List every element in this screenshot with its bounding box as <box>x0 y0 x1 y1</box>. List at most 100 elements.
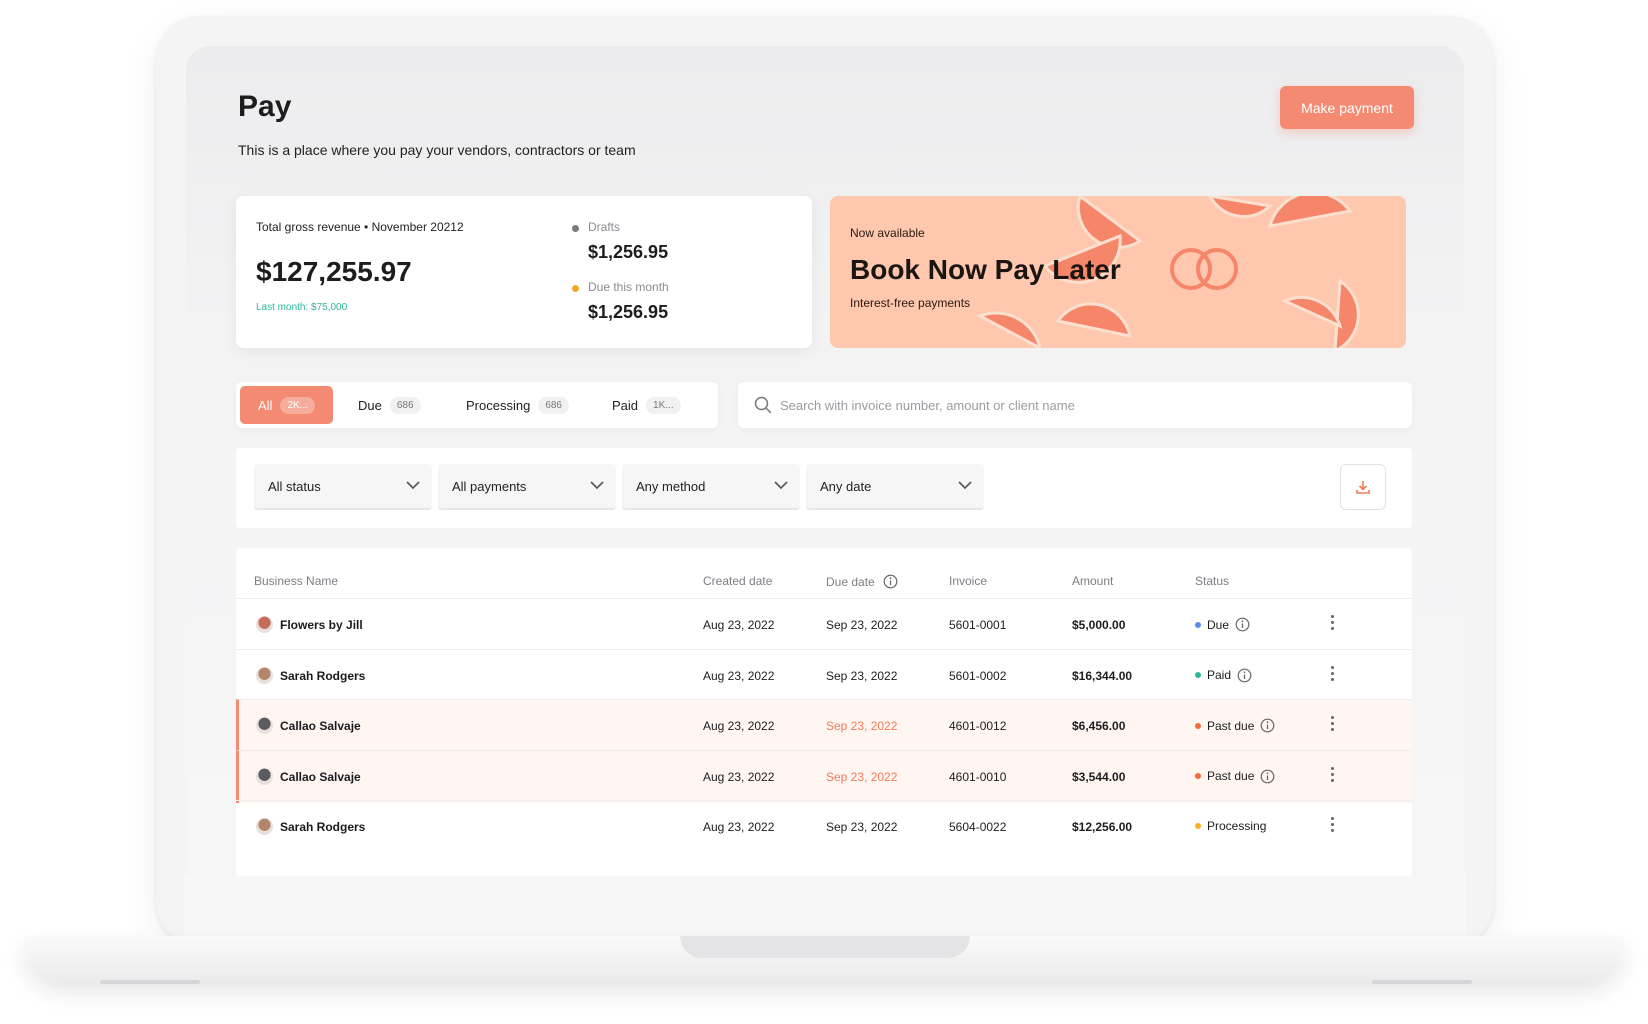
business-name[interactable]: Sarah Rodgers <box>280 669 365 683</box>
tab-all-count: 2K... <box>280 396 316 414</box>
due-this-month-value: $1,256.95 <box>588 302 669 322</box>
amount: $16,344.00 <box>1072 668 1133 683</box>
search-icon <box>754 396 772 414</box>
status-filter[interactable]: All status <box>254 464 432 510</box>
tab-processing-label: Processing <box>466 397 531 413</box>
infinity-rings <box>1170 248 1238 290</box>
revenue-amount: $127,255.97 <box>256 256 412 287</box>
row-menu-icon[interactable] <box>1331 817 1334 832</box>
created-date: Aug 23, 2022 <box>703 820 775 834</box>
business-name[interactable]: Flowers by Jill <box>280 618 363 632</box>
amount: $3,544.00 <box>1072 769 1126 784</box>
filter-bar: All status All payments Any method Any d… <box>236 448 1412 528</box>
table-row[interactable]: Flowers by Jill Aug 23, 2022 Sep 23, 2022 5… <box>236 598 1412 651</box>
col-business-name[interactable]: Business Name <box>254 574 338 588</box>
col-status[interactable]: Status <box>1195 574 1229 588</box>
status-label: Processing <box>1207 819 1267 833</box>
row-menu-icon[interactable] <box>1331 716 1334 731</box>
amount: $6,456.00 <box>1072 719 1126 733</box>
avatar <box>256 818 273 835</box>
tab-due[interactable]: Due 686 <box>340 386 439 424</box>
business-name[interactable]: Callao Salvaje <box>280 719 361 733</box>
row-menu-icon[interactable] <box>1331 615 1334 630</box>
invoice-number: 5601-0002 <box>949 668 1007 683</box>
laptop-bezel-bottom <box>184 874 1466 938</box>
table-row[interactable]: Callao Salvaje Aug 23, 2022 Sep 23, 2022 46… <box>236 699 1412 752</box>
search-input[interactable] <box>780 394 1380 416</box>
promo-banner[interactable]: Now available Book Now Pay Later Interes… <box>830 196 1406 348</box>
chevron-down-icon <box>406 481 420 490</box>
status-dot <box>1195 773 1201 779</box>
revenue-card: Total gross revenue • November 20212 $12… <box>236 196 812 348</box>
status-label: Past due <box>1207 769 1255 783</box>
info-icon[interactable] <box>1260 718 1275 733</box>
avatar <box>256 717 273 734</box>
row-menu-icon[interactable] <box>1331 766 1334 782</box>
status-label: Past due <box>1207 718 1255 733</box>
payments-filter[interactable]: All payments <box>438 464 616 510</box>
payments-filter-value: All payments <box>452 478 527 494</box>
due-date: Sep 23, 2022 <box>826 820 898 834</box>
status-tabs: All 2K... Due 686 Processing 686 Paid 1K… <box>236 382 718 428</box>
make-payment-button[interactable]: Make payment <box>1280 86 1414 129</box>
col-invoice[interactable]: Invoice <box>949 574 987 588</box>
tab-processing[interactable]: Processing 686 <box>448 386 587 424</box>
col-due-date[interactable]: Due date <box>826 574 898 589</box>
status-badge: Processing <box>1195 819 1266 833</box>
table-row[interactable]: Sarah Rodgers Aug 23, 2022 Sep 23, 2022 560… <box>236 800 1412 853</box>
status-dot <box>1195 621 1201 628</box>
laptop-notch <box>680 936 970 958</box>
status-label: Due <box>1207 617 1230 632</box>
due-date: Sep 23, 2022 <box>826 719 898 733</box>
last-month-revenue: Last month: $75,000 <box>256 302 348 313</box>
avatar <box>256 767 273 785</box>
status-badge: Paid <box>1195 668 1252 683</box>
business-name[interactable]: Callao Salvaje <box>280 770 361 784</box>
created-date: Aug 23, 2022 <box>703 618 775 632</box>
tab-due-label: Due <box>358 397 382 413</box>
date-filter[interactable]: Any date <box>806 464 984 510</box>
date-filter-value: Any date <box>820 478 872 494</box>
page-subtitle: This is a place where you pay your vendo… <box>238 142 636 158</box>
tab-processing-count: 686 <box>538 396 569 414</box>
info-icon[interactable] <box>1235 617 1250 632</box>
due-this-month-label: Due this month <box>588 280 669 294</box>
col-amount[interactable]: Amount <box>1072 574 1113 588</box>
invoice-number: 4601-0012 <box>949 719 1007 733</box>
invoice-number: 5601-0001 <box>949 618 1007 632</box>
payments-table: Business Name Created date Due date Invo… <box>236 548 1412 876</box>
status-badge: Due <box>1195 617 1250 632</box>
avatar <box>256 616 273 633</box>
status-dot <box>1195 722 1201 729</box>
row-menu-icon[interactable] <box>1331 665 1334 681</box>
tab-paid-count: 1K... <box>646 396 681 414</box>
drafts-dot <box>572 225 579 232</box>
table-row[interactable]: Sarah Rodgers Aug 23, 2022 Sep 23, 2022 560… <box>236 648 1412 702</box>
page-title: Pay <box>238 90 292 123</box>
tab-paid[interactable]: Paid 1K... <box>594 386 699 424</box>
due-date: Sep 23, 2022 <box>826 769 898 784</box>
col-created-date[interactable]: Created date <box>703 574 772 588</box>
info-icon[interactable] <box>883 574 898 589</box>
chevron-down-icon <box>774 481 788 490</box>
app-screen: Pay This is a place where you pay your v… <box>186 46 1464 876</box>
tab-all[interactable]: All 2K... <box>240 386 334 424</box>
status-badge: Past due <box>1195 718 1275 733</box>
col-due-date-label: Due date <box>826 574 875 589</box>
drafts-value: $1,256.95 <box>588 242 669 262</box>
method-filter[interactable]: Any method <box>622 464 800 510</box>
download-button[interactable] <box>1340 464 1386 510</box>
invoice-number: 5604-0022 <box>949 820 1007 834</box>
info-icon[interactable] <box>1260 769 1275 784</box>
promo-subtitle: Interest-free payments <box>850 296 971 310</box>
chevron-down-icon <box>958 481 972 490</box>
promo-eyebrow: Now available <box>850 226 925 240</box>
business-name[interactable]: Sarah Rodgers <box>280 820 365 834</box>
status-dot <box>1195 823 1201 829</box>
download-icon <box>1356 481 1370 494</box>
revenue-label: Total gross revenue • November 20212 <box>256 220 464 234</box>
created-date: Aug 23, 2022 <box>703 668 775 683</box>
created-date: Aug 23, 2022 <box>703 769 775 784</box>
table-row[interactable]: Callao Salvaje Aug 23, 2022 Sep 23, 2022 46… <box>236 749 1412 803</box>
info-icon[interactable] <box>1237 668 1252 683</box>
